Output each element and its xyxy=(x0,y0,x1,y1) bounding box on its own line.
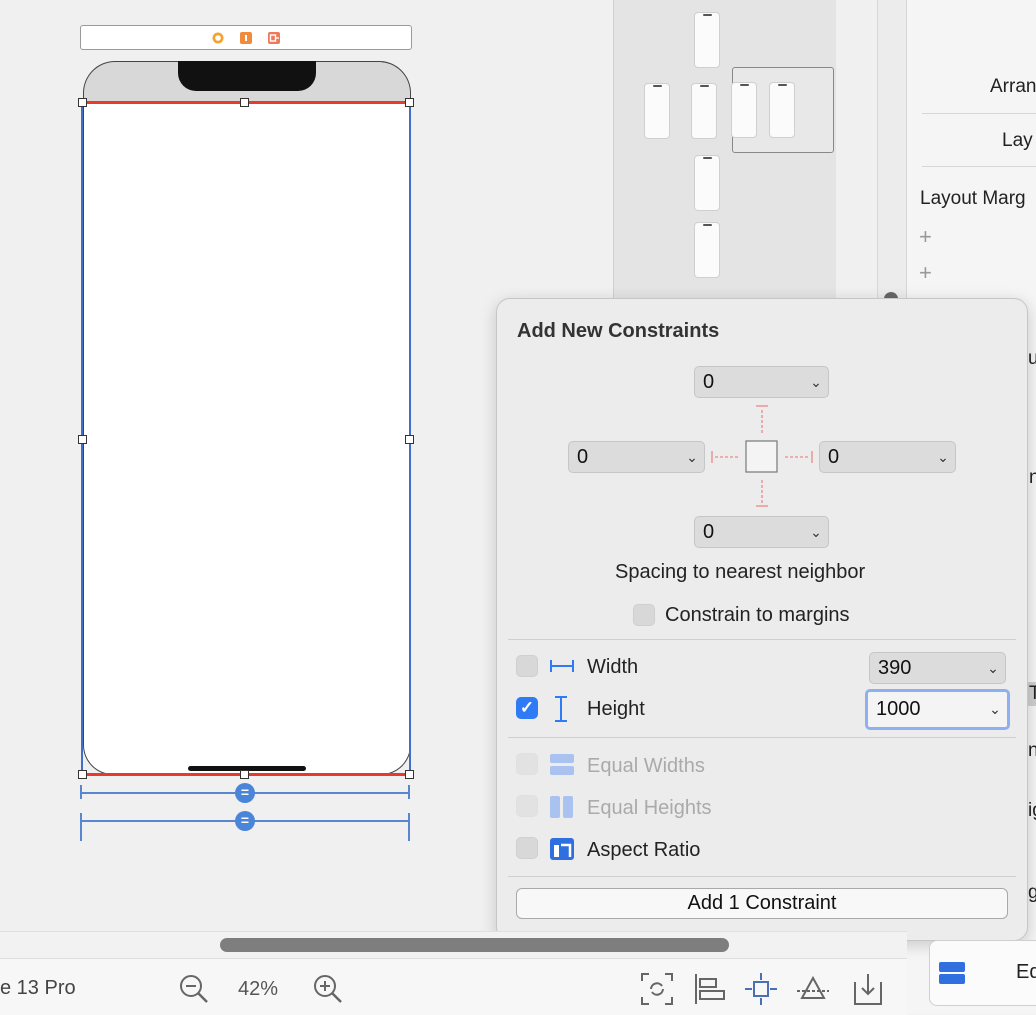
equal-widths-label: Equal Widths xyxy=(587,755,705,777)
resize-handle-top-right[interactable] xyxy=(405,98,414,107)
chevron-down-icon: ⌄ xyxy=(937,448,949,465)
inspector-separator xyxy=(922,166,1036,167)
device-selector[interactable]: e 13 Pro xyxy=(0,977,76,1000)
device-notch xyxy=(178,61,316,91)
chevron-down-icon: ⌄ xyxy=(686,448,698,465)
view-controller-icon[interactable] xyxy=(211,31,225,45)
spacing-right-select[interactable]: 0 ⌄ xyxy=(819,441,956,473)
equal-constraint-badge[interactable]: = xyxy=(235,783,255,803)
equal-heights-label: Equal Heights xyxy=(587,797,712,819)
inspector-partial-label: ig xyxy=(1028,800,1036,821)
add-constraints-button[interactable]: Add 1 Constraint xyxy=(516,888,1008,919)
inspector-separator xyxy=(922,113,1036,114)
equal-constraint-badge[interactable]: = xyxy=(235,811,255,831)
width-value-select[interactable]: 390 ⌄ xyxy=(869,652,1006,684)
minimap-thumb[interactable] xyxy=(769,82,795,138)
popover-title: Add New Constraints xyxy=(517,320,720,342)
add-new-constraints-icon[interactable] xyxy=(744,972,778,1006)
chevron-down-icon: ⌄ xyxy=(810,373,822,390)
inspector-layout-label: Lay xyxy=(1002,130,1033,151)
height-value-input[interactable]: 1000 xyxy=(876,698,983,721)
minimap-thumb[interactable] xyxy=(691,83,717,139)
height-constraint-icon xyxy=(555,696,567,722)
equal-widths-icon xyxy=(550,754,574,775)
resize-handle-bottom-left[interactable] xyxy=(78,770,87,779)
constrain-margins-checkbox[interactable] xyxy=(633,604,655,626)
zoom-level: 42% xyxy=(238,978,279,1000)
embed-in-icon[interactable] xyxy=(851,972,885,1006)
spacing-right-value: 0 xyxy=(828,445,840,468)
chevron-down-icon: ⌄ xyxy=(810,523,822,540)
constraint-spacing-diagram-icon xyxy=(711,405,813,507)
aspect-ratio-label: Aspect Ratio xyxy=(587,839,701,861)
popover-separator xyxy=(508,876,1016,877)
first-responder-icon[interactable] xyxy=(239,31,253,45)
spacing-caption: Spacing to nearest neighbor xyxy=(615,561,866,583)
spacing-bottom-select[interactable]: 0 ⌄ xyxy=(694,516,829,548)
height-value-select[interactable]: 1000 ⌄ xyxy=(865,689,1010,730)
exit-icon[interactable] xyxy=(267,31,281,45)
device-screen-view[interactable] xyxy=(83,103,411,775)
constrain-margins-label: Constrain to margins xyxy=(665,604,850,626)
equal-heights-icon xyxy=(550,796,573,818)
editor-icon xyxy=(939,962,965,984)
aspect-ratio-checkbox[interactable] xyxy=(516,837,538,859)
panel-splitter[interactable] xyxy=(877,0,907,300)
minimap-thumb[interactable] xyxy=(644,83,670,139)
resize-handle-bottom-right[interactable] xyxy=(405,770,414,779)
spacing-bottom-value: 0 xyxy=(703,520,715,543)
constraint-end xyxy=(408,813,410,841)
chevron-down-icon: ⌄ xyxy=(989,701,1001,717)
equal-widths-checkbox[interactable] xyxy=(516,753,538,775)
align-icon[interactable] xyxy=(693,972,727,1006)
minimap-thumb[interactable] xyxy=(731,82,757,138)
width-label: Width xyxy=(587,656,639,678)
inspector-partial-label: n xyxy=(1028,740,1036,761)
resize-handle-top-left[interactable] xyxy=(78,98,87,107)
resolve-auto-layout-icon[interactable] xyxy=(796,972,830,1006)
width-constraint-icon xyxy=(550,660,574,672)
minimap-thumb[interactable] xyxy=(694,155,720,211)
width-value: 390 xyxy=(878,656,912,679)
spacing-left-select[interactable]: 0 ⌄ xyxy=(568,441,705,473)
equal-heights-checkbox[interactable] xyxy=(516,795,538,817)
minimap-viewport[interactable] xyxy=(731,67,834,153)
spacing-top-value: 0 xyxy=(703,370,715,393)
constraint-end xyxy=(408,785,410,799)
width-checkbox[interactable] xyxy=(516,655,538,677)
editor-label: Ed xyxy=(1016,961,1036,983)
horizontal-scrollbar-thumb[interactable] xyxy=(220,938,729,952)
inspector-arrange-label: Arran xyxy=(990,76,1036,97)
resize-handle-top[interactable] xyxy=(240,98,249,107)
resize-handle-right[interactable] xyxy=(405,435,414,444)
popover-separator xyxy=(508,737,1016,738)
chevron-down-icon: ⌄ xyxy=(987,659,999,676)
inspector-partial-label: nt xyxy=(1029,467,1036,488)
spacing-left-value: 0 xyxy=(577,445,589,468)
inspector-partial-label: u xyxy=(1028,348,1036,369)
inspector-partial-label: T xyxy=(1029,683,1036,704)
minimap-thumb[interactable] xyxy=(694,222,720,278)
constraint-end xyxy=(80,813,82,841)
resize-handle-left[interactable] xyxy=(78,435,87,444)
add-icon[interactable]: + xyxy=(919,260,932,286)
scene-dock xyxy=(80,25,412,50)
aspect-ratio-icon xyxy=(550,838,574,860)
minimap-thumb[interactable] xyxy=(694,12,720,68)
add-icon[interactable]: + xyxy=(919,224,932,250)
zoom-out-icon[interactable] xyxy=(178,973,210,1005)
editor-card[interactable]: Ed xyxy=(929,940,1036,1006)
spacing-top-select[interactable]: 0 ⌄ xyxy=(694,366,829,398)
inspector-partial-label: g xyxy=(1028,882,1036,903)
update-frames-icon[interactable] xyxy=(640,972,674,1006)
height-checkbox[interactable]: ✓ xyxy=(516,697,538,719)
zoom-in-icon[interactable] xyxy=(312,973,344,1005)
popover-separator xyxy=(508,639,1016,640)
inspector-layout-margins-label: Layout Marg xyxy=(920,188,1026,209)
height-label: Height xyxy=(587,698,645,720)
resize-handle-bottom[interactable] xyxy=(240,770,249,779)
